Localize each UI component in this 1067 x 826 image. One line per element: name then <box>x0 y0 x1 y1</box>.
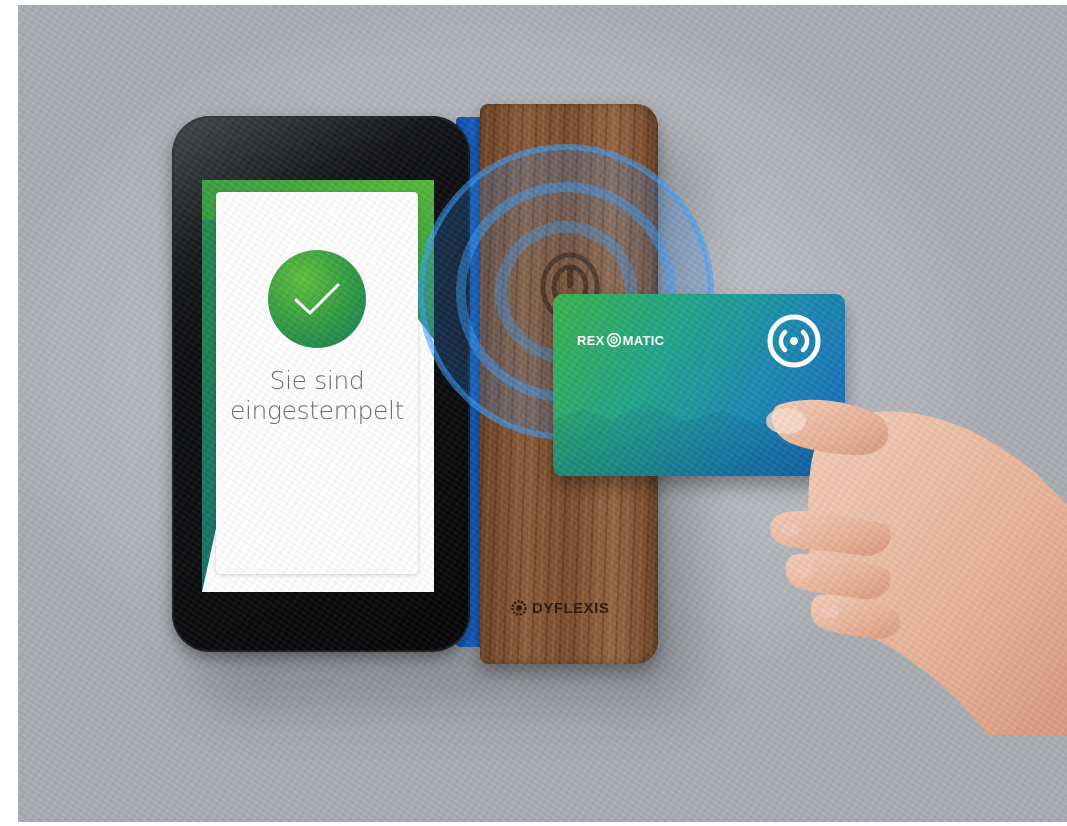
rexomatic-o-icon <box>606 332 621 348</box>
tablet-screen: Sie sind eingestempelt <box>202 180 434 592</box>
dyflexis-brand: DYFLEXIS <box>510 599 630 617</box>
status-line-1: Sie sind <box>269 366 365 395</box>
brand-prefix: REX <box>577 332 605 348</box>
gear-d-icon <box>511 600 527 616</box>
rexomatic-brand: REX MATIC <box>577 332 664 348</box>
brand-suffix: MATIC <box>622 332 665 348</box>
checkmark-icon <box>268 250 366 348</box>
dyflexis-label: DYFLEXIS <box>532 599 610 617</box>
confirmation-panel: Sie sind eingestempelt <box>216 192 418 574</box>
clock-in-status: Sie sind eingestempelt <box>216 366 418 426</box>
wall-background: Sie sind eingestempelt DYFLEXIS REX MATI… <box>18 5 1067 822</box>
status-line-2: eingestempelt <box>230 396 404 425</box>
time-clock-tablet: Sie sind eingestempelt <box>172 116 470 652</box>
hand <box>766 399 1067 735</box>
